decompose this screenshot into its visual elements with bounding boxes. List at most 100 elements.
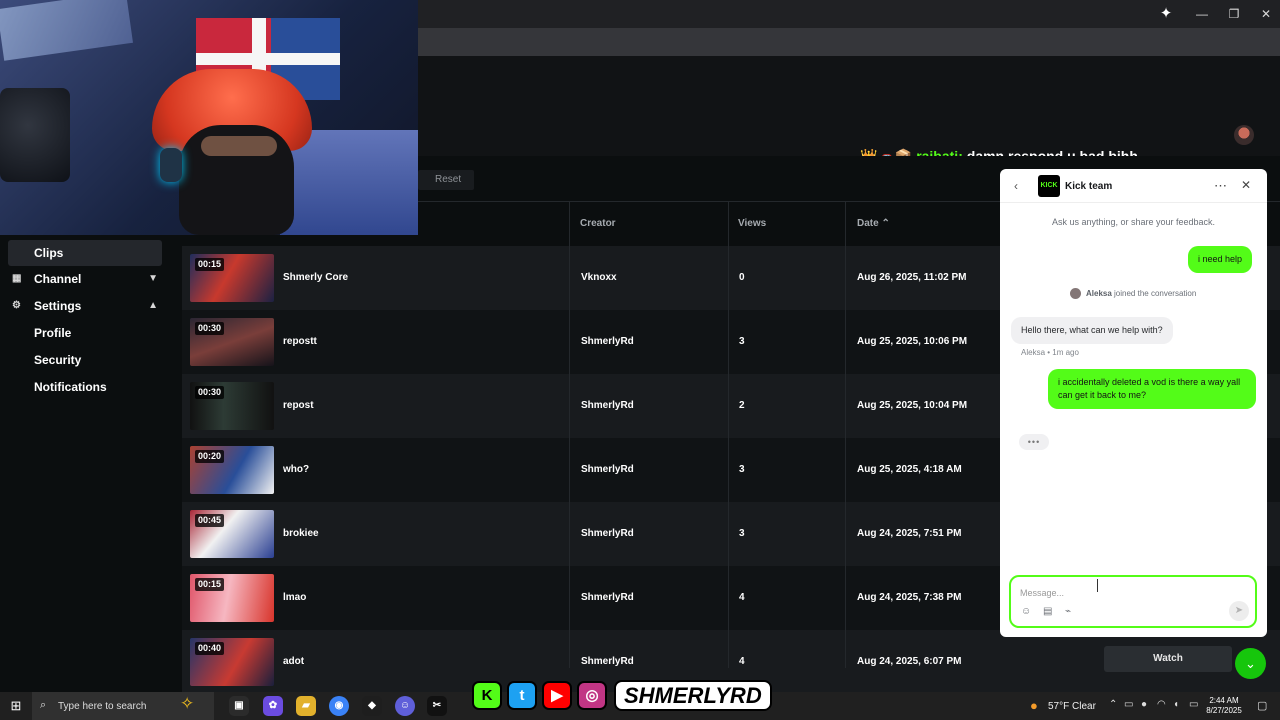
chat-intro: Ask us anything, or share your feedback.	[1051, 217, 1216, 227]
search-icon: ⌕	[40, 699, 47, 711]
sidebar-item-label: Settings	[34, 299, 82, 313]
clip-views: 3	[739, 528, 745, 539]
flag-cross-horizontal	[196, 53, 340, 65]
clip-title[interactable]: who?	[283, 464, 309, 475]
sidebar-item-profile[interactable]: Profile	[34, 326, 71, 340]
weather-widget[interactable]: ● 57°F Clear	[1030, 698, 1096, 713]
gear-icon: ⚙	[12, 300, 21, 311]
clip-thumbnail[interactable]: 00:30	[190, 382, 274, 430]
clip-creator: ShmerlyRd	[581, 592, 634, 603]
capcut-icon[interactable]: ✂	[427, 696, 447, 716]
clip-duration: 00:45	[195, 514, 225, 527]
sort-ascending-icon: ⌃	[881, 218, 890, 229]
twitter-social-icon: t	[507, 681, 537, 710]
task-view-icon[interactable]: ▣	[229, 696, 249, 716]
copilot-icon[interactable]: ✿	[263, 696, 283, 716]
sidebar-item-label: Channel	[34, 272, 82, 286]
column-header-date[interactable]: Date ⌃	[857, 218, 890, 229]
clip-creator: Vknoxx	[581, 272, 617, 283]
clip-title[interactable]: adot	[283, 656, 304, 667]
watch-button[interactable]: Watch	[1104, 646, 1232, 672]
instagram-social-icon: ◎	[577, 681, 607, 710]
network-icon[interactable]: ▭	[1124, 699, 1133, 710]
clip-thumbnail[interactable]: 00:20	[190, 446, 274, 494]
clip-thumbnail[interactable]: 00:45	[190, 510, 274, 558]
clip-duration: 00:20	[195, 450, 225, 463]
sidebar-item-clips[interactable]: Clips	[8, 240, 162, 266]
user-avatar[interactable]	[1234, 125, 1254, 145]
user-message: i accidentally deleted a vod is there a …	[1048, 369, 1256, 409]
kick-social-icon: K	[472, 681, 502, 710]
microphone	[0, 88, 70, 182]
clip-title[interactable]: brokiee	[283, 528, 319, 539]
column-divider	[569, 202, 570, 668]
notification-icon[interactable]: ▢	[1257, 699, 1267, 712]
volume-icon[interactable]: ◖	[1173, 699, 1179, 710]
weather-sun-icon: ●	[1030, 698, 1038, 713]
time-text: 2:44 AM	[1209, 696, 1239, 705]
agent-message: Hello there, what can we help with?	[1011, 317, 1173, 344]
ime-icon[interactable]: ▭	[1189, 699, 1198, 710]
file-explorer-icon[interactable]: ▰	[296, 696, 316, 716]
sidebar-item-settings[interactable]: ⚙ Settings ▲	[8, 293, 162, 319]
microphone-icon[interactable]: ●	[1141, 699, 1147, 710]
clip-title[interactable]: Shmerly Core	[283, 272, 348, 283]
column-divider	[728, 202, 729, 668]
back-arrow-icon[interactable]: ‹	[1014, 179, 1018, 193]
clip-date: Aug 24, 2025, 6:07 PM	[857, 656, 962, 667]
date-text: 8/27/2025	[1206, 706, 1242, 715]
sidebar-item-security[interactable]: Security	[34, 353, 81, 367]
tray-overflow-icon[interactable]: ⌃	[1109, 699, 1117, 710]
clip-date: Aug 25, 2025, 10:06 PM	[857, 336, 968, 347]
clip-title[interactable]: repost	[283, 400, 314, 411]
channel-icon: ▦	[12, 273, 22, 284]
clip-date: Aug 24, 2025, 7:38 PM	[857, 592, 962, 603]
restore-button[interactable]: ❐	[1220, 0, 1248, 28]
screenshot: ✦ — ❐ ✕ ☆ ⧉ ▭ ⤓ ≡ S ⋮ 👑🚗📦 rajbati: damn …	[0, 0, 1280, 720]
windows-start-icon[interactable]: ⊞	[0, 692, 32, 720]
webcam-overlay	[0, 0, 418, 235]
chat-header: ‹ KICK Kick team ⋯ ✕	[1000, 169, 1267, 203]
youtube-social-icon: ▶	[542, 681, 572, 710]
taskbar-search[interactable]: ⌕ Type here to search ✧	[32, 692, 214, 720]
wifi-icon[interactable]: ◠	[1157, 699, 1166, 710]
close-icon[interactable]: ✕	[1241, 178, 1251, 192]
reset-button[interactable]: Reset	[418, 170, 474, 190]
chrome-icon[interactable]: ◉	[329, 696, 349, 716]
chevron-up-icon: ▲	[148, 300, 158, 311]
ai-sparkle-icon[interactable]: ✦	[1152, 0, 1180, 28]
attachment-icon[interactable]: ⌁	[1065, 606, 1071, 617]
message-input[interactable]	[1020, 585, 1220, 601]
emoji-icon[interactable]: ☺	[1021, 606, 1031, 617]
close-window-button[interactable]: ✕	[1252, 0, 1280, 28]
kick-logo: KICK	[1038, 175, 1060, 197]
clip-date: Aug 26, 2025, 11:02 PM	[857, 272, 967, 283]
minimize-button[interactable]: —	[1188, 0, 1216, 28]
clip-thumbnail[interactable]: 00:15	[190, 574, 274, 622]
send-button[interactable]: ➤	[1229, 601, 1249, 621]
clock[interactable]: 2:44 AM 8/27/2025	[1202, 696, 1246, 716]
sidebar-item-notifications[interactable]: Notifications	[34, 380, 107, 394]
clip-views: 4	[739, 592, 745, 603]
weather-text: 57°F Clear	[1048, 701, 1096, 712]
brand-name: SHMERLYRD	[614, 680, 772, 711]
clip-thumbnail[interactable]: 00:15	[190, 254, 274, 302]
clip-views: 3	[739, 464, 745, 475]
sidebar-item-channel[interactable]: ▦ Channel ▼	[8, 266, 162, 292]
column-header-creator[interactable]: Creator	[580, 218, 616, 229]
clip-thumbnail[interactable]: 00:40	[190, 638, 274, 686]
clip-thumbnail[interactable]: 00:30	[190, 318, 274, 366]
clip-duration: 00:40	[195, 642, 225, 655]
clip-date: Aug 24, 2025, 7:51 PM	[857, 528, 962, 539]
app-icon[interactable]: ◆	[362, 696, 382, 716]
more-options-icon[interactable]: ⋯	[1214, 178, 1227, 194]
column-header-views[interactable]: Views	[738, 218, 766, 229]
text-cursor	[1097, 579, 1098, 592]
scroll-down-button[interactable]: ⌄	[1235, 648, 1266, 679]
discord-icon[interactable]: ☺	[395, 696, 415, 716]
gif-icon[interactable]: ▤	[1043, 606, 1052, 617]
clip-duration: 00:30	[195, 322, 225, 335]
clip-title[interactable]: repostt	[283, 336, 317, 347]
agent-message-meta: Aleksa • 1m ago	[1021, 348, 1079, 357]
clip-title[interactable]: lmao	[283, 592, 306, 603]
